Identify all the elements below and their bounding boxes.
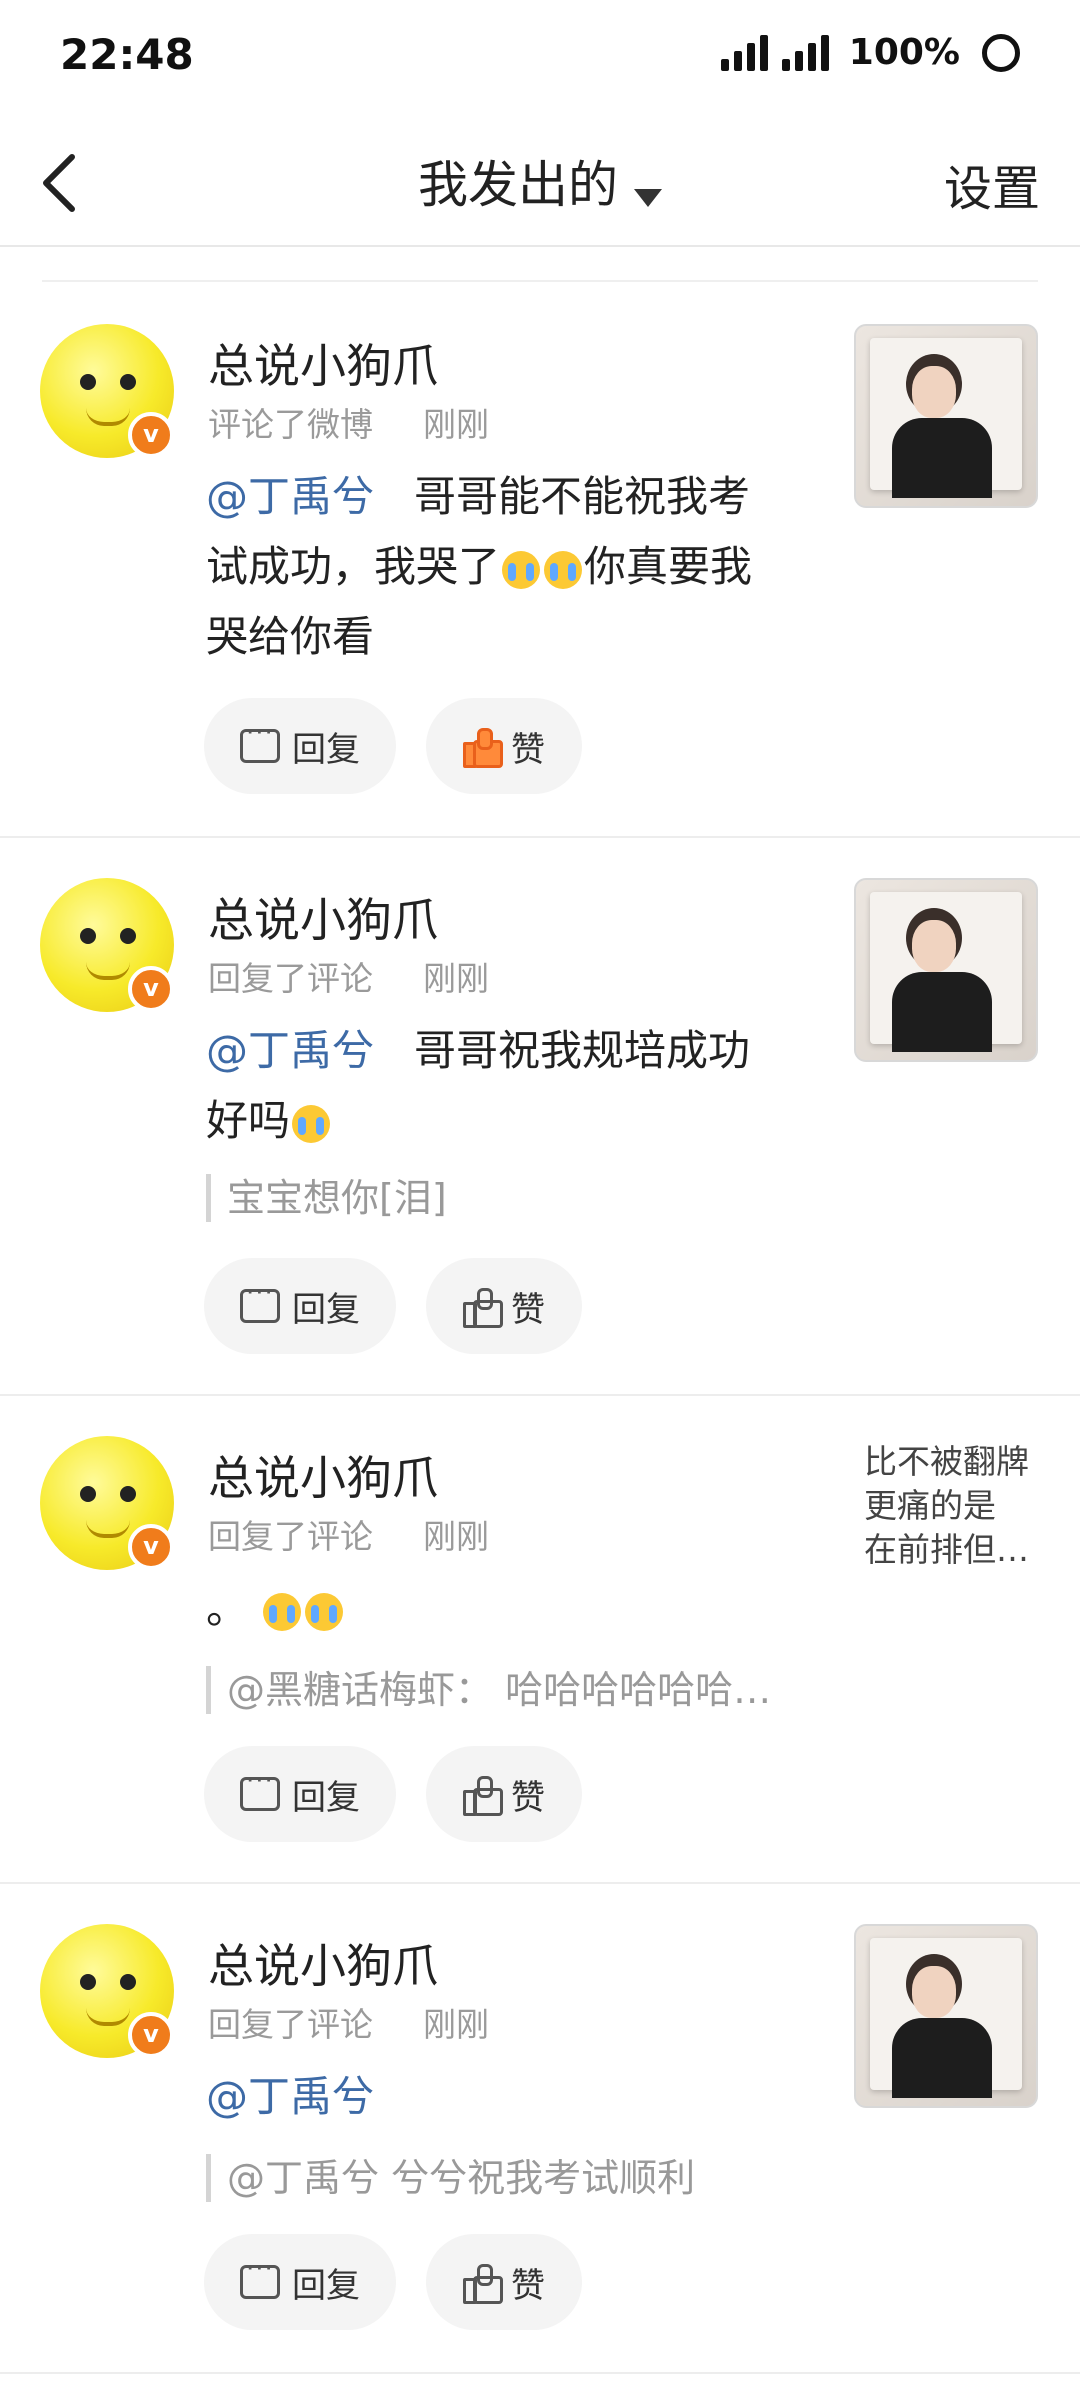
- comment-meta: 评论了微博 刚刚: [208, 398, 489, 446]
- reply-button[interactable]: 回复: [204, 1746, 396, 1842]
- crying-emoji-icon: [292, 1104, 331, 1143]
- mention-link[interactable]: @丁禹兮: [206, 2072, 374, 2121]
- action-text: 回复了评论: [208, 2005, 373, 2044]
- action-text: 评论了微博: [208, 405, 373, 444]
- nav-bar: 我发出的 设置: [0, 115, 1080, 247]
- thumbs-up-icon: [463, 2264, 503, 2304]
- timestamp: 刚刚: [423, 405, 489, 444]
- thumbs-up-icon: [463, 728, 503, 768]
- comment-card[interactable]: v 总说小狗爪 回复了评论 刚刚 @丁禹兮 @丁禹兮 兮兮祝我考试顺利 回复 赞: [0, 1882, 1080, 2374]
- crying-emoji-icon: [544, 550, 583, 589]
- like-button[interactable]: 赞: [426, 1258, 582, 1354]
- reply-button[interactable]: 回复: [204, 1258, 396, 1354]
- verified-badge-icon: v: [128, 412, 174, 458]
- username[interactable]: 总说小狗爪: [208, 1442, 438, 1508]
- crying-emoji-icon: [305, 1592, 344, 1631]
- action-text: 回复了评论: [208, 959, 373, 998]
- comment-text: 。: [206, 1574, 806, 1644]
- settings-button[interactable]: 设置: [944, 149, 1040, 219]
- status-time: 22:48: [60, 30, 194, 79]
- signal-icon: [781, 34, 829, 71]
- mention-link[interactable]: @丁禹兮: [206, 472, 374, 521]
- comment-icon: [240, 1278, 280, 1323]
- avatar[interactable]: v: [40, 878, 174, 1012]
- post-thumbnail[interactable]: [854, 878, 1038, 1062]
- username[interactable]: 总说小狗爪: [208, 330, 438, 396]
- verified-badge-icon: v: [128, 1524, 174, 1570]
- comment-card[interactable]: v 总说小狗爪 回复了评论 刚刚 比不被翻牌 更痛的是 在前排但… 。 @黑糖话梅…: [0, 1394, 1080, 1884]
- signal-icon: [720, 34, 768, 71]
- quoted-comment[interactable]: @丁禹兮 兮兮祝我考试顺利: [206, 2154, 847, 2202]
- comment-icon: [240, 718, 280, 763]
- battery-icon: [982, 33, 1020, 72]
- comment-meta: 回复了评论 刚刚: [208, 952, 489, 1000]
- verified-badge-icon: v: [128, 2012, 174, 2058]
- like-button[interactable]: 赞: [426, 698, 582, 794]
- thumbs-up-icon: [463, 1288, 503, 1328]
- mention-link[interactable]: @丁禹兮: [206, 1026, 374, 1075]
- crying-emoji-icon: [263, 1592, 302, 1631]
- username[interactable]: 总说小狗爪: [208, 884, 438, 950]
- reply-button[interactable]: 回复: [204, 698, 396, 794]
- quoted-comment[interactable]: 宝宝想你[泪]: [206, 1174, 847, 1222]
- timestamp: 刚刚: [423, 959, 489, 998]
- caret-down-icon: [634, 188, 662, 207]
- reply-button[interactable]: 回复: [204, 2234, 396, 2330]
- original-post-preview[interactable]: 比不被翻牌 更痛的是 在前排但…: [864, 1440, 1044, 1572]
- comment-card[interactable]: v 总说小狗爪 评论了微博 刚刚 @丁禹兮 哥哥能不能祝我考 试成功，我哭了 你真要我…: [0, 282, 1080, 838]
- comment-meta: 回复了评论 刚刚: [208, 1998, 489, 2046]
- status-indicators: 100%: [720, 32, 1020, 73]
- username[interactable]: 总说小狗爪: [208, 1930, 438, 1996]
- thumbs-up-icon: [463, 1776, 503, 1816]
- action-text: 回复了评论: [208, 1517, 373, 1556]
- avatar[interactable]: v: [40, 324, 174, 458]
- comment-text: @丁禹兮: [206, 2062, 806, 2132]
- post-thumbnail[interactable]: [854, 324, 1038, 508]
- timestamp: 刚刚: [423, 2005, 489, 2044]
- nav-title-dropdown[interactable]: 我发出的: [0, 145, 1080, 217]
- post-thumbnail[interactable]: [854, 1924, 1038, 2108]
- avatar[interactable]: v: [40, 1436, 174, 1570]
- comment-icon: [240, 1766, 280, 1811]
- quoted-comment[interactable]: @黑糖话梅虾： 哈哈哈哈哈哈…: [206, 1666, 847, 1714]
- verified-badge-icon: v: [128, 966, 174, 1012]
- like-button[interactable]: 赞: [426, 1746, 582, 1842]
- crying-emoji-icon: [502, 550, 541, 589]
- comment-text: @丁禹兮 哥哥祝我规培成功 好吗: [206, 1026, 751, 1145]
- avatar[interactable]: v: [40, 1924, 174, 2058]
- like-button[interactable]: 赞: [426, 2234, 582, 2330]
- status-bar: 22:48 100%: [0, 0, 1080, 115]
- timestamp: 刚刚: [423, 1517, 489, 1556]
- page-title: 我发出的: [418, 156, 618, 214]
- comment-icon: [240, 2254, 280, 2299]
- comment-meta: 回复了评论 刚刚: [208, 1510, 489, 1558]
- battery-level: 100%: [848, 32, 960, 73]
- comment-text: @丁禹兮 哥哥能不能祝我考 试成功，我哭了 你真要我 哭给你看: [206, 472, 753, 661]
- comment-card[interactable]: v 总说小狗爪 回复了评论 刚刚 @丁禹兮 哥哥祝我规培成功 好吗 宝宝想你[泪] …: [0, 836, 1080, 1396]
